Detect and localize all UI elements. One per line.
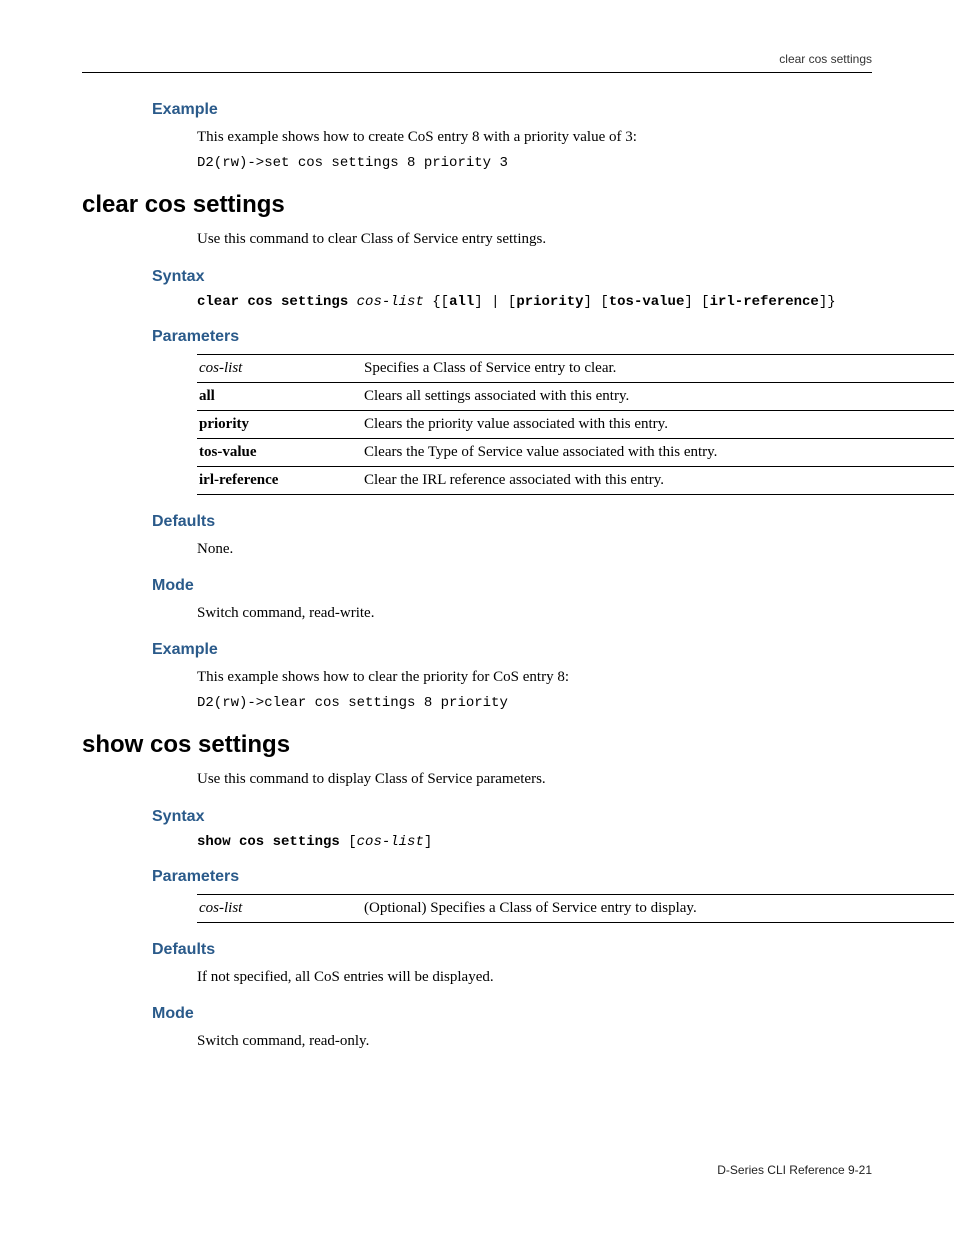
param-name: priority	[197, 410, 362, 438]
syntax-close: ]	[424, 834, 432, 850]
syntax-line: clear cos settings cos-list {[all] | [pr…	[82, 294, 872, 310]
syntax-tos: tos-value	[609, 294, 685, 310]
table-row: allClears all settings associated with t…	[197, 382, 954, 410]
syntax-cmd: show cos settings	[197, 834, 340, 850]
example-heading: Example	[82, 101, 872, 119]
syntax-heading: Syntax	[82, 268, 872, 286]
table-row: cos-list(Optional) Specifies a Class of …	[197, 894, 954, 922]
running-header: clear cos settings	[82, 52, 872, 73]
defaults-heading: Defaults	[82, 941, 872, 959]
syntax-cmd: clear cos settings	[197, 294, 348, 310]
parameters-table: cos-listSpecifies a Class of Service ent…	[197, 354, 954, 495]
syntax-arg: cos-list	[357, 294, 424, 310]
example-text: This example shows how to clear the prio…	[82, 667, 872, 687]
example-text: This example shows how to create CoS ent…	[82, 127, 872, 147]
param-name: cos-list	[197, 894, 362, 922]
example-code: D2(rw)->set cos settings 8 priority 3	[82, 155, 872, 171]
table-row: cos-listSpecifies a Class of Service ent…	[197, 354, 954, 382]
param-desc: Clears the Type of Service value associa…	[362, 438, 954, 466]
mode-heading: Mode	[82, 577, 872, 595]
syntax-irl: irl-reference	[710, 294, 819, 310]
param-name: irl-reference	[197, 466, 362, 494]
syntax-sep: {[	[424, 294, 449, 310]
parameters-table: cos-list(Optional) Specifies a Class of …	[197, 894, 954, 923]
param-name: tos-value	[197, 438, 362, 466]
mode-text: Switch command, read-only.	[82, 1031, 872, 1051]
defaults-text: None.	[82, 539, 872, 559]
param-desc: Clear the IRL reference associated with …	[362, 466, 954, 494]
defaults-heading: Defaults	[82, 513, 872, 531]
section-title-show: show cos settings	[82, 731, 872, 759]
mode-text: Switch command, read-write.	[82, 603, 872, 623]
section-title-clear: clear cos settings	[82, 191, 872, 219]
parameters-heading: Parameters	[82, 868, 872, 886]
syntax-priority: priority	[516, 294, 583, 310]
page: clear cos settings Example This example …	[0, 0, 954, 1235]
param-desc: Clears the priority value associated wit…	[362, 410, 954, 438]
section-desc: Use this command to display Class of Ser…	[82, 769, 872, 789]
param-desc: Clears all settings associated with this…	[362, 382, 954, 410]
syntax-sep: ] [	[684, 294, 709, 310]
param-desc: (Optional) Specifies a Class of Service …	[362, 894, 954, 922]
syntax-sep: ]}	[819, 294, 836, 310]
example-code: D2(rw)->clear cos settings 8 priority	[82, 695, 872, 711]
parameters-heading: Parameters	[82, 328, 872, 346]
syntax-sep: ] | [	[474, 294, 516, 310]
example-heading: Example	[82, 641, 872, 659]
syntax-all: all	[449, 294, 474, 310]
param-name: all	[197, 382, 362, 410]
syntax-heading: Syntax	[82, 808, 872, 826]
table-row: irl-referenceClear the IRL reference ass…	[197, 466, 954, 494]
syntax-arg: cos-list	[357, 834, 424, 850]
page-footer: D-Series CLI Reference 9-21	[717, 1163, 872, 1177]
table-row: tos-valueClears the Type of Service valu…	[197, 438, 954, 466]
defaults-text: If not specified, all CoS entries will b…	[82, 967, 872, 987]
param-name: cos-list	[197, 354, 362, 382]
section-desc: Use this command to clear Class of Servi…	[82, 229, 872, 249]
syntax-sep: ] [	[584, 294, 609, 310]
syntax-line: show cos settings [cos-list]	[82, 834, 872, 850]
syntax-open: [	[340, 834, 357, 850]
param-desc: Specifies a Class of Service entry to cl…	[362, 354, 954, 382]
mode-heading: Mode	[82, 1005, 872, 1023]
table-row: priorityClears the priority value associ…	[197, 410, 954, 438]
